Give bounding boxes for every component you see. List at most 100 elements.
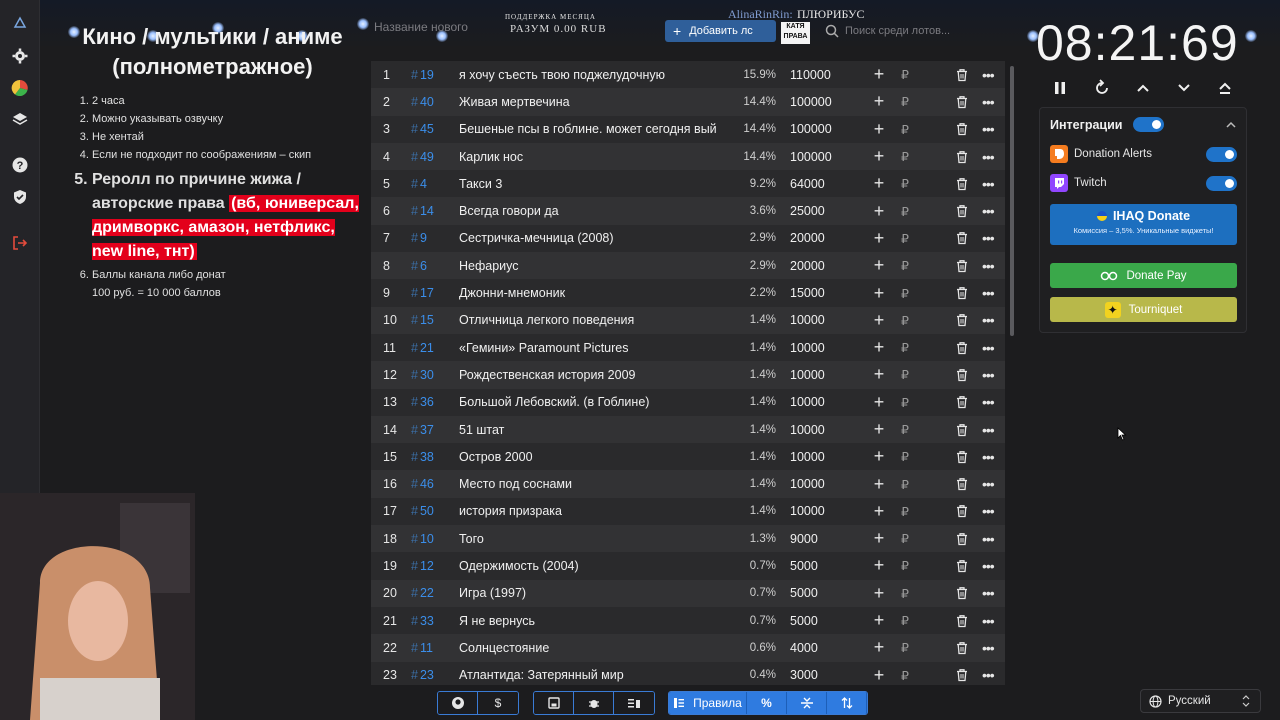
lot-amount[interactable]: 10000	[790, 395, 825, 409]
lot-id-link[interactable]: #6	[411, 259, 427, 273]
add-amount-icon[interactable]: +	[872, 173, 886, 194]
gear-icon[interactable]	[10, 46, 30, 66]
clear-list-icon[interactable]	[614, 692, 654, 714]
ruble-icon[interactable]: ₽	[901, 367, 909, 382]
trash-icon[interactable]	[955, 177, 969, 191]
chevron-down-icon[interactable]	[1172, 76, 1196, 100]
add-amount-icon[interactable]: +	[872, 419, 886, 440]
lot-id-link[interactable]: #19	[411, 68, 434, 82]
add-amount-icon[interactable]: +	[872, 528, 886, 549]
compact-view-icon[interactable]	[787, 692, 827, 714]
ruble-icon[interactable]: ₽	[901, 422, 909, 437]
lot-amount[interactable]: 3000	[790, 668, 818, 682]
lot-name[interactable]: Того	[459, 532, 721, 546]
trash-icon[interactable]	[955, 68, 969, 82]
lot-id-link[interactable]: #22	[411, 586, 434, 600]
lot-name[interactable]: Бешеные псы в гоблине. может сегодня вый	[459, 122, 721, 136]
lot-search-input[interactable]: Поиск среди лотов...	[825, 20, 1015, 42]
logout-icon[interactable]	[10, 233, 30, 253]
add-amount-icon[interactable]: +	[872, 255, 886, 276]
lot-name[interactable]: 51 штат	[459, 423, 721, 437]
more-options-icon[interactable]: •••	[982, 149, 995, 165]
lot-name[interactable]: история призрака	[459, 504, 721, 518]
help-icon[interactable]: ?	[10, 155, 30, 175]
lot-amount[interactable]: 5000	[790, 614, 818, 628]
add-amount-icon[interactable]: +	[872, 228, 886, 249]
add-amount-icon[interactable]: +	[872, 201, 886, 222]
ruble-icon[interactable]: ₽	[901, 449, 909, 464]
lot-name[interactable]: Остров 2000	[459, 450, 721, 464]
add-amount-icon[interactable]: +	[872, 119, 886, 140]
trash-icon[interactable]	[955, 450, 969, 464]
twitch-toggle[interactable]	[1206, 176, 1237, 191]
more-options-icon[interactable]: •••	[982, 476, 995, 492]
more-options-icon[interactable]: •••	[982, 340, 995, 356]
ruble-icon[interactable]: ₽	[901, 313, 909, 328]
lot-id-link[interactable]: #15	[411, 313, 434, 327]
shield-icon[interactable]	[10, 187, 30, 207]
trash-icon[interactable]	[955, 614, 969, 628]
more-options-icon[interactable]: •••	[982, 203, 995, 219]
lot-name[interactable]: Отличница легкого поведения	[459, 313, 721, 327]
lot-amount[interactable]: 100000	[790, 122, 832, 136]
lot-id-link[interactable]: #4	[411, 177, 427, 191]
lot-amount[interactable]: 110000	[790, 68, 831, 82]
lot-id-link[interactable]: #30	[411, 368, 434, 382]
more-options-icon[interactable]: •••	[982, 312, 995, 328]
lot-name[interactable]: Солнцестояние	[459, 641, 721, 655]
lot-name[interactable]: Карлик нос	[459, 150, 721, 164]
trash-icon[interactable]	[955, 423, 969, 437]
ruble-icon[interactable]: ₽	[901, 395, 909, 410]
more-options-icon[interactable]: •••	[982, 422, 995, 438]
ihaq-donate-button[interactable]: IHAQ Donate Комиссия – 3,5%. Уникальные …	[1050, 204, 1237, 245]
add-amount-icon[interactable]: +	[872, 555, 886, 576]
ruble-icon[interactable]: ₽	[901, 558, 909, 573]
lot-id-link[interactable]: #23	[411, 668, 434, 682]
lot-id-link[interactable]: #37	[411, 423, 434, 437]
reset-timer-icon[interactable]	[1090, 76, 1114, 100]
trash-icon[interactable]	[955, 122, 969, 136]
github-icon[interactable]	[438, 692, 478, 714]
lot-name[interactable]: Рождественская история 2009	[459, 368, 721, 382]
lot-amount[interactable]: 10000	[790, 341, 825, 355]
more-options-icon[interactable]: •••	[982, 367, 995, 383]
add-amount-icon[interactable]: +	[872, 146, 886, 167]
lot-name[interactable]: Атлантида: Затерянный мир	[459, 668, 721, 682]
ruble-icon[interactable]: ₽	[901, 122, 909, 137]
add-amount-icon[interactable]: +	[872, 446, 886, 467]
lot-amount[interactable]: 4000	[790, 641, 818, 655]
add-lot-button[interactable]: + Добавить лс	[665, 20, 776, 42]
lot-amount[interactable]: 10000	[790, 450, 825, 464]
trash-icon[interactable]	[955, 504, 969, 518]
trash-icon[interactable]	[955, 259, 969, 273]
lot-amount[interactable]: 25000	[790, 204, 825, 218]
lot-name[interactable]: «Гемини» Paramount Pictures	[459, 341, 721, 355]
save-icon[interactable]	[534, 692, 574, 714]
trash-icon[interactable]	[955, 477, 969, 491]
more-options-icon[interactable]: •••	[982, 230, 995, 246]
more-options-icon[interactable]: •••	[982, 285, 995, 301]
integrations-toggle[interactable]	[1133, 117, 1164, 132]
rules-button[interactable]: Правила	[669, 692, 747, 714]
lot-amount[interactable]: 10000	[790, 504, 825, 518]
trash-icon[interactable]	[955, 395, 969, 409]
lot-id-link[interactable]: #49	[411, 150, 434, 164]
more-options-icon[interactable]: •••	[982, 667, 995, 683]
ruble-icon[interactable]: ₽	[901, 477, 909, 492]
add-amount-icon[interactable]: +	[872, 610, 886, 631]
trash-icon[interactable]	[955, 559, 969, 573]
add-amount-icon[interactable]: +	[872, 64, 886, 85]
lot-name[interactable]: Я не вернусь	[459, 614, 721, 628]
ruble-icon[interactable]: ₽	[901, 668, 909, 683]
layers-icon[interactable]	[10, 109, 30, 129]
donate-dollar-button[interactable]: $	[478, 692, 518, 714]
more-options-icon[interactable]: •••	[982, 258, 995, 274]
chevron-up-icon[interactable]	[1226, 120, 1236, 130]
app-logo-icon[interactable]	[10, 13, 30, 33]
add-amount-icon[interactable]: +	[872, 310, 886, 331]
sort-icon[interactable]	[827, 692, 867, 714]
lot-id-link[interactable]: #45	[411, 122, 434, 136]
ruble-icon[interactable]: ₽	[901, 176, 909, 191]
ruble-icon[interactable]: ₽	[901, 531, 909, 546]
add-amount-icon[interactable]: +	[872, 474, 886, 495]
